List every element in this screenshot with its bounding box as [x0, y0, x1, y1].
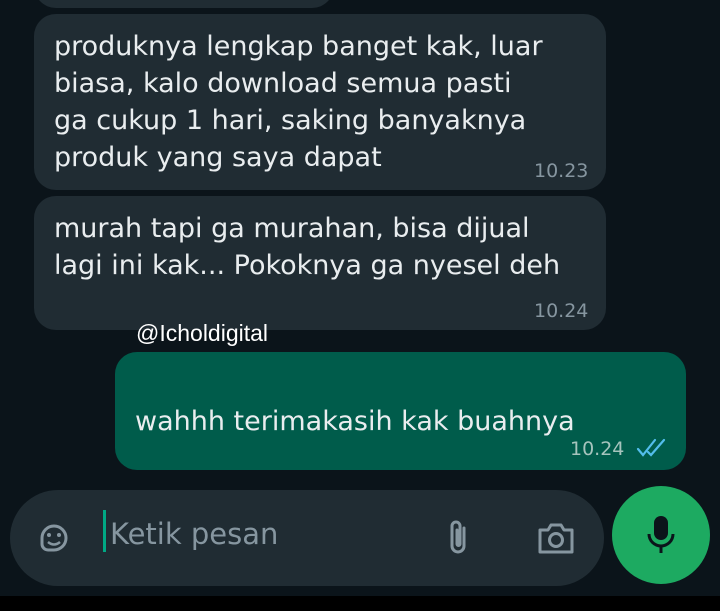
- camera-icon[interactable]: [536, 520, 576, 560]
- message-composer[interactable]: Ketik pesan: [10, 490, 604, 586]
- message-text: produknya lengkap banget kak, luar biasa…: [54, 31, 543, 173]
- text-caret: [103, 510, 106, 552]
- message-line: wahhh terimakasih kak buahnya: [135, 406, 575, 437]
- sticker-icon[interactable]: [36, 520, 72, 560]
- message-time: 10.24: [534, 300, 589, 322]
- message-text: murah tapi ga murahan, bisa dijual lagi …: [54, 213, 561, 281]
- read-receipt-icon: [636, 438, 670, 463]
- message-bubble-incoming[interactable]: murah tapi ga murahan, bisa dijual lagi …: [34, 196, 606, 330]
- message-input[interactable]: Ketik pesan: [110, 517, 278, 551]
- message-time: 10.23: [534, 160, 589, 182]
- chat-area: produknya lengkap banget kak, luar biasa…: [0, 0, 720, 611]
- message-bubble-incoming[interactable]: produknya lengkap banget kak, luar biasa…: [34, 14, 606, 190]
- voice-record-button[interactable]: [612, 486, 710, 584]
- system-navigation-bar: [0, 596, 720, 611]
- message-bubble-outgoing[interactable]: wahhh terimakasih kak buahnya reviewnya: [115, 352, 686, 551]
- mic-icon: [646, 514, 676, 560]
- watermark-text: @Icholdigital: [136, 320, 269, 346]
- previous-message-bubble[interactable]: [34, 0, 334, 8]
- attach-icon[interactable]: [444, 518, 474, 562]
- message-time-row: 10.24: [570, 438, 670, 463]
- message-time: 10.24: [570, 438, 625, 460]
